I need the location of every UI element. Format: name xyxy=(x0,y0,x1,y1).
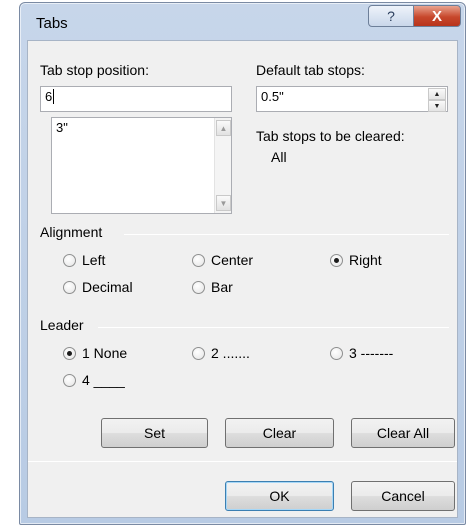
list-scrollbar[interactable]: ▲ ▼ xyxy=(214,118,231,213)
leader-3-radio[interactable]: 3 ------- xyxy=(330,345,393,361)
footer-divider xyxy=(28,461,457,462)
clear-all-button[interactable]: Clear All xyxy=(351,418,455,448)
window-title: Tabs xyxy=(36,15,68,32)
alignment-label: Alignment xyxy=(40,224,103,240)
default-tab-stops-input[interactable]: 0.5" ▲ ▼ xyxy=(256,86,448,112)
tab-stop-position-label: Tab stop position: xyxy=(40,62,149,78)
alignment-right-radio[interactable]: Right xyxy=(330,252,382,268)
alignment-left-radio[interactable]: Left xyxy=(63,252,105,268)
tabs-dialog: Tabs ? X Tab stop position: 6​ 3" ▲ ▼ De… xyxy=(19,2,466,525)
alignment-decimal-radio[interactable]: Decimal xyxy=(63,279,133,295)
clear-all-button-label: Clear All xyxy=(376,425,430,441)
dialog-body: Tab stop position: 6​ 3" ▲ ▼ Default tab… xyxy=(27,40,458,518)
leader-4-label: 4 ____ xyxy=(82,372,125,388)
close-icon: X xyxy=(431,7,442,25)
radio-selected-icon xyxy=(63,346,76,360)
radio-selected-icon xyxy=(330,253,343,267)
cancel-button[interactable]: Cancel xyxy=(351,481,455,511)
ok-button-label: OK xyxy=(269,488,290,504)
leader-2-radio[interactable]: 2 ....... xyxy=(192,345,250,361)
alignment-center-radio[interactable]: Center xyxy=(192,252,253,268)
tab-stop-position-value: 6 xyxy=(45,89,53,104)
cancel-button-label: Cancel xyxy=(381,488,425,504)
default-tab-stops-value: 0.5" xyxy=(261,89,284,104)
ok-button[interactable]: OK xyxy=(225,481,334,511)
alignment-decimal-label: Decimal xyxy=(82,279,133,295)
leader-1-label: 1 None xyxy=(82,345,128,361)
text-cursor: ​ xyxy=(53,89,55,104)
radio-icon xyxy=(192,346,205,360)
leader-label: Leader xyxy=(40,317,84,333)
set-button[interactable]: Set xyxy=(101,418,208,448)
help-button[interactable]: ? xyxy=(368,5,414,27)
radio-icon xyxy=(192,253,205,267)
radio-icon xyxy=(192,280,205,294)
tab-stop-position-input[interactable]: 6​ xyxy=(40,86,232,112)
list-item[interactable]: 3" xyxy=(52,118,231,137)
clear-button-label: Clear xyxy=(262,425,297,441)
radio-icon xyxy=(63,280,76,294)
tab-stops-to-clear-label: Tab stops to be cleared: xyxy=(256,128,405,144)
leader-3-label: 3 ------- xyxy=(349,345,394,361)
alignment-right-label: Right xyxy=(349,252,382,268)
alignment-bar-radio[interactable]: Bar xyxy=(192,279,233,295)
alignment-divider xyxy=(124,234,449,235)
spin-up-icon[interactable]: ▲ xyxy=(428,88,446,100)
spin-down-icon[interactable]: ▼ xyxy=(428,100,446,112)
alignment-bar-label: Bar xyxy=(211,279,233,295)
title-bar: Tabs ? X xyxy=(20,3,465,43)
tab-stops-to-clear-value: All xyxy=(271,149,287,165)
default-tab-stops-spinner[interactable]: ▲ ▼ xyxy=(428,88,446,112)
scroll-up-icon[interactable]: ▲ xyxy=(216,120,231,136)
leader-1-radio[interactable]: 1 None xyxy=(63,345,127,361)
leader-4-radio[interactable]: 4 ____ xyxy=(63,372,125,388)
tab-stop-list[interactable]: 3" ▲ ▼ xyxy=(51,117,232,214)
radio-icon xyxy=(330,346,343,360)
radio-icon xyxy=(63,253,76,267)
alignment-left-label: Left xyxy=(82,252,106,268)
default-tab-stops-label: Default tab stops: xyxy=(256,62,365,78)
help-icon: ? xyxy=(387,8,395,24)
set-button-label: Set xyxy=(143,425,165,441)
leader-divider xyxy=(98,327,449,328)
alignment-center-label: Center xyxy=(211,252,254,268)
clear-button[interactable]: Clear xyxy=(225,418,334,448)
close-button[interactable]: X xyxy=(413,5,461,27)
scroll-down-icon[interactable]: ▼ xyxy=(216,195,231,211)
radio-icon xyxy=(63,373,76,387)
leader-2-label: 2 ....... xyxy=(211,345,250,361)
